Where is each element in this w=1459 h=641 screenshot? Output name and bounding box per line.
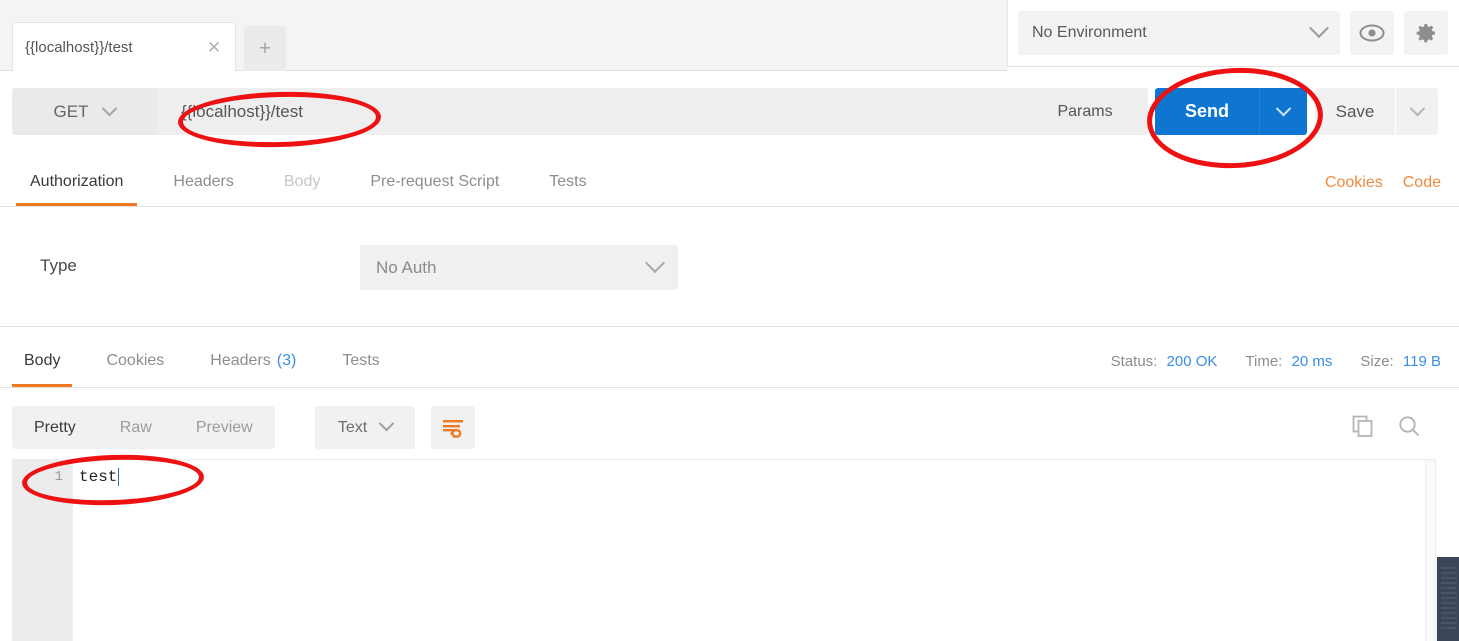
size-label: Size: [1360,353,1394,370]
save-button[interactable]: Save [1315,88,1395,135]
settings-button[interactable] [1404,11,1448,55]
size-value: 119 B [1402,353,1441,370]
response-tab-cookies-label: Cookies [106,352,165,369]
response-format-label: Text [337,418,368,436]
request-tab-headers[interactable]: Headers [159,158,247,206]
request-tab-tests-label: Tests [549,173,587,190]
eye-icon [1359,24,1385,42]
request-url-group: GET {{localhost}}/test Params [12,88,1148,135]
auth-type-value: No Auth [376,257,437,277]
time-group: Time: 20 ms [1245,353,1332,370]
view-mode-preview-label: Preview [195,418,253,436]
request-tab-pre-request-script-label: Pre-request Script [370,173,500,190]
response-format-selector[interactable]: Text [315,406,415,449]
response-body-editor[interactable]: 1 test [12,459,1436,641]
status-group: Status: 200 OK [1111,353,1218,370]
chevron-down-icon [645,252,665,273]
environment-selector[interactable]: No Environment [1018,11,1340,55]
search-icon[interactable] [1397,414,1421,438]
code-link[interactable]: Code [1403,174,1441,192]
close-icon[interactable]: ✕ [203,36,225,58]
save-dropdown-button[interactable] [1396,88,1438,135]
request-tab-authorization[interactable]: Authorization [16,158,138,206]
word-wrap-button[interactable] [431,406,475,449]
line-number: 1 [54,469,63,485]
request-tab-localhost-test[interactable]: {{localhost}}/test ✕ [12,22,236,71]
send-dropdown-button[interactable] [1259,88,1307,135]
view-mode-preview[interactable]: Preview [174,406,275,449]
word-wrap-icon [443,419,463,438]
environment-selected-label: No Environment [1032,24,1147,41]
view-mode-pretty-label: Pretty [34,418,76,436]
response-headers-count: (3) [276,352,297,369]
response-status-info: Status: 200 OK Time: 20 ms Size: 119 B [1111,353,1441,370]
request-tab-authorization-label: Authorization [30,173,124,190]
cookies-link[interactable]: Cookies [1325,174,1383,192]
chevron-down-icon [378,415,395,431]
send-label: Send [1184,101,1229,121]
plus-icon: + [258,37,272,60]
http-method-selector[interactable]: GET [12,88,157,135]
request-section-tabs: Authorization Headers Body Pre-request S… [0,158,1459,207]
response-tool-icons [1351,414,1421,438]
response-body-toolbar: Pretty Raw Preview Text [0,388,1459,456]
response-section-tabs: Body Cookies Headers (3) Tests Status: 2… [0,335,1459,388]
response-tab-tests-label: Tests [342,352,380,369]
time-label: Time: [1245,353,1283,370]
view-mode-raw[interactable]: Raw [98,406,174,449]
copy-icon[interactable] [1351,414,1375,438]
url-input[interactable]: {{localhost}}/test [157,88,1022,135]
text-cursor [118,468,120,486]
params-button[interactable]: Params [1022,88,1148,135]
status-value: 200 OK [1166,353,1218,370]
auth-type-label: Type [40,256,77,275]
background-window-edge [1435,557,1459,641]
response-tab-body[interactable]: Body [12,335,73,387]
response-tab-tests[interactable]: Tests [330,335,391,387]
response-tab-headers[interactable]: Headers (3) [198,335,308,387]
time-value: 20 ms [1291,353,1333,370]
chevron-down-icon [1275,100,1292,117]
status-label: Status: [1110,353,1158,370]
request-tab-pre-request-script[interactable]: Pre-request Script [356,158,513,206]
size-group: Size: 119 B [1360,353,1441,370]
response-body-text: test [79,468,118,486]
params-label: Params [1057,102,1113,120]
request-helper-links: Cookies Code [1325,174,1441,192]
response-tab-body-label: Body [24,352,61,369]
gear-icon [1416,24,1435,43]
save-label: Save [1335,101,1375,121]
request-tab-bar: {{localhost}}/test ✕ + [0,0,1007,71]
auth-type-selector[interactable]: No Auth [360,245,678,290]
postman-window: {{localhost}}/test ✕ + No Environment GE… [0,0,1459,641]
view-mode-raw-label: Raw [119,418,152,436]
authorization-panel: Type No Auth [0,207,1459,327]
url-input-value: {{localhost}}/test [181,101,303,121]
environment-quick-look-button[interactable] [1350,11,1394,55]
view-mode-pretty[interactable]: Pretty [12,406,98,449]
request-tab-tests[interactable]: Tests [535,158,600,206]
chevron-down-icon [1409,100,1425,117]
http-method-label: GET [53,101,89,121]
response-body-line-1[interactable]: test [79,468,120,486]
send-button-main[interactable]: Send [1155,88,1259,135]
request-tab-headers-label: Headers [173,173,234,190]
environment-bar: No Environment [1007,0,1459,67]
url-bar: GET {{localhost}}/test Params Send Save [0,71,1459,152]
chevron-down-icon [1309,17,1329,38]
response-tab-headers-label: Headers [210,352,271,369]
new-tab-button[interactable]: + [244,26,286,71]
response-view-mode-group: Pretty Raw Preview [12,406,275,449]
request-tab-body[interactable]: Body [270,158,334,206]
send-button[interactable]: Send [1155,88,1307,135]
line-number-gutter: 1 [13,460,73,641]
request-tab-label: {{localhost}}/test [25,38,133,56]
response-body-scrollbar[interactable] [1425,460,1435,641]
response-tab-cookies[interactable]: Cookies [94,335,176,387]
request-tab-body-label: Body [283,173,321,190]
chevron-down-icon [102,100,118,116]
